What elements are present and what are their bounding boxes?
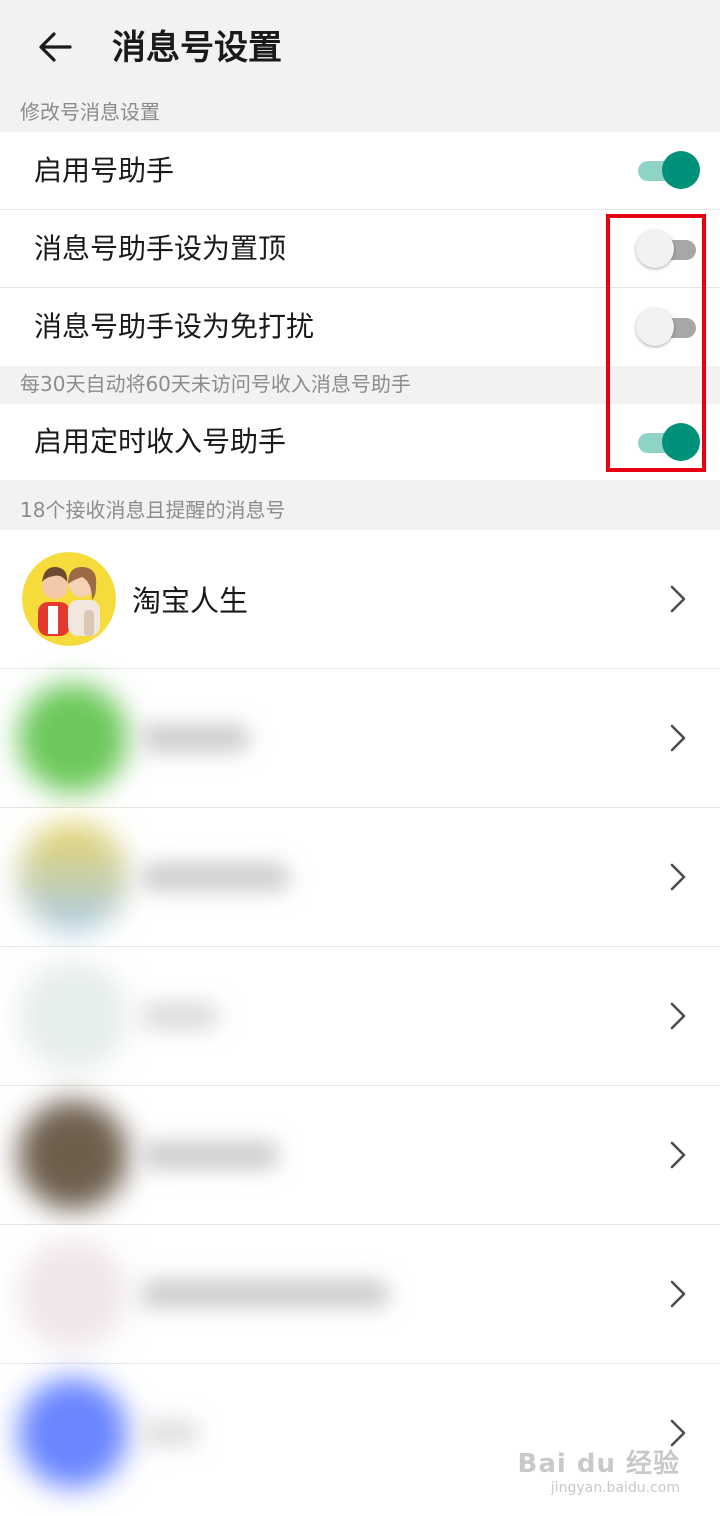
setting-label: 消息号助手设为置顶 [34,232,287,265]
back-button[interactable] [30,22,80,72]
chevron-right-icon [670,1280,686,1308]
app-header: 消息号设置 [0,0,720,96]
toggle-enable-helper[interactable] [636,150,700,190]
account-avatar-blurred [18,961,128,1071]
watermark-logo: Bai du 经验 [517,1449,680,1479]
toggle-thumb [662,151,700,189]
setting-label: 启用定时收入号助手 [34,425,287,458]
watermark-url: jingyan.baidu.com [550,1480,680,1496]
setting-label: 消息号助手设为免打扰 [34,310,315,343]
baidu-jingyan-watermark: Bai du 经验 jingyan.baidu.com [518,1443,681,1496]
section-label-accounts: 18个接收消息且提醒的消息号 [20,498,286,522]
toggle-scheduled-helper[interactable] [636,422,700,462]
account-row-blurred-4[interactable] [0,1086,720,1225]
account-avatar-blurred [18,1100,128,1210]
account-row-blurred-5[interactable] [0,1225,720,1364]
toggle-thumb [636,230,674,268]
chevron-right-icon [670,724,686,752]
toggle-mute-helper[interactable] [636,307,700,347]
page-title: 消息号设置 [112,28,282,68]
toggle-thumb [662,423,700,461]
section-label-modify: 修改号消息设置 [20,100,160,124]
setting-row-scheduled-helper[interactable]: 启用定时收入号助手 [0,404,720,480]
account-avatar-blurred [18,822,128,932]
toggle-thumb [636,308,674,346]
account-avatar [22,552,116,646]
account-name: 淘宝人生 [132,584,249,618]
account-row-blurred-2[interactable] [0,808,720,947]
setting-row-mute-helper[interactable]: 消息号助手设为免打扰 [0,288,720,366]
section-label-auto: 每30天自动将60天未访问号收入消息号助手 [20,372,411,396]
avatar-illustration-icon [22,552,116,646]
account-row-blurred-3[interactable] [0,947,720,1086]
setting-row-enable-helper[interactable]: 启用号助手 [0,132,720,210]
account-row-blurred-1[interactable] [0,669,720,808]
account-name-blurred [140,1418,200,1448]
toggle-pin-helper[interactable] [636,229,700,269]
setting-row-pin-helper[interactable]: 消息号助手设为置顶 [0,210,720,288]
account-avatar-blurred [18,1239,128,1349]
setting-label: 启用号助手 [34,154,175,187]
account-row-taobao[interactable]: 淘宝人生 [0,530,720,669]
account-avatar-blurred [18,683,128,793]
account-avatar-blurred [18,1378,128,1488]
chevron-right-icon [670,863,686,891]
arrow-left-icon [39,32,72,62]
chevron-right-icon [670,585,686,613]
account-name-blurred [140,1279,390,1309]
chevron-right-icon [670,1002,686,1030]
chevron-right-icon [670,1141,686,1169]
account-name-blurred [140,862,290,892]
account-name-blurred [140,723,250,753]
account-name-blurred [140,1140,280,1170]
account-name-blurred [140,1001,220,1031]
